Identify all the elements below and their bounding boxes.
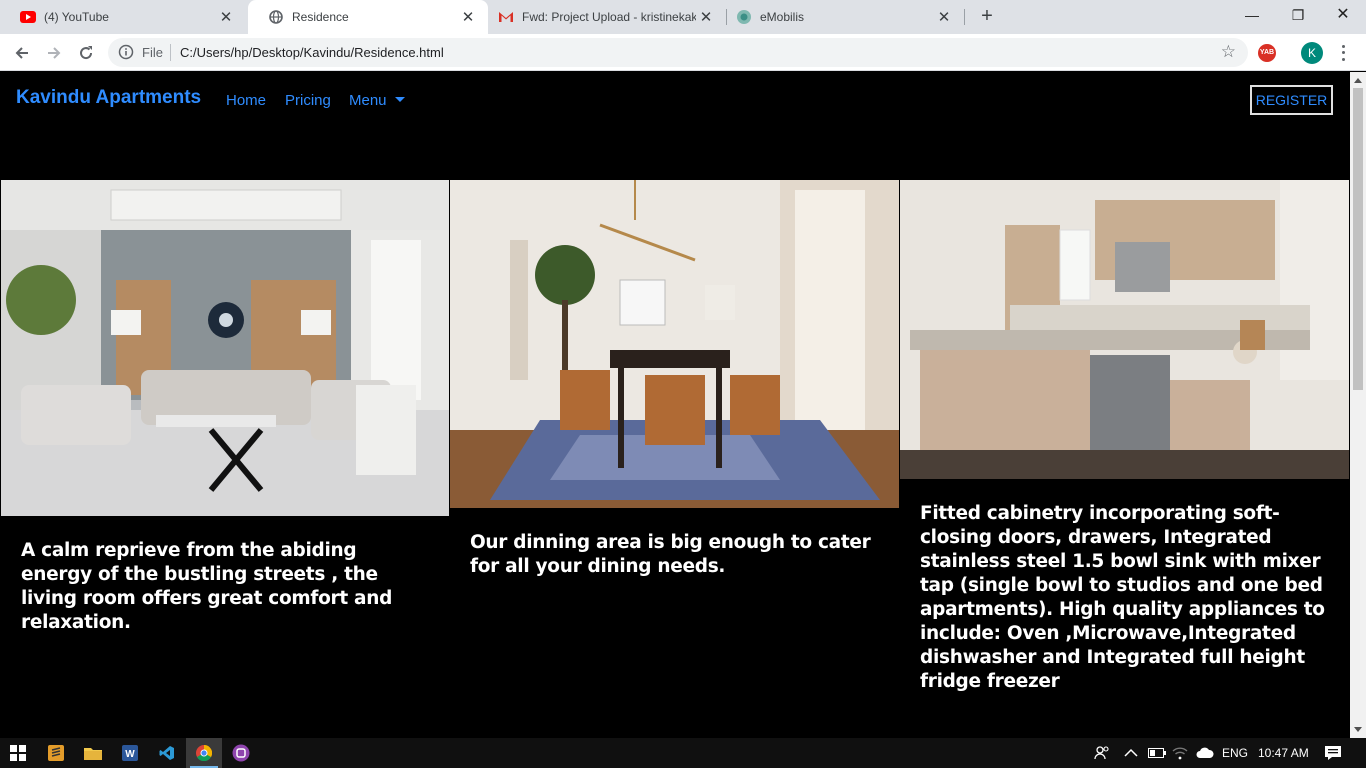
minimize-button[interactable]: — — [1229, 0, 1275, 32]
sublime-text-icon[interactable] — [38, 738, 74, 768]
arrow-right-icon — [48, 47, 61, 59]
word-icon[interactable]: W — [112, 738, 148, 768]
back-button[interactable] — [10, 41, 34, 65]
tab-title: eMobilis — [760, 10, 805, 24]
tab-gmail[interactable]: Fwd: Project Upload - kristinekak ✕ — [478, 0, 726, 34]
close-tab-icon[interactable]: ✕ — [696, 8, 716, 26]
address-divider — [170, 44, 171, 61]
living-room-photo — [1, 180, 449, 516]
vscode-icon[interactable] — [149, 738, 185, 768]
scroll-down-icon[interactable] — [1354, 727, 1362, 732]
wifi-icon[interactable] — [1172, 738, 1188, 768]
tab-residence[interactable]: Residence ✕ — [248, 0, 488, 34]
tab-title: Residence — [292, 10, 349, 24]
gmail-icon — [498, 9, 514, 25]
tab-youtube[interactable]: (4) YouTube ✕ — [0, 0, 246, 34]
emobilis-icon — [736, 9, 752, 25]
cloud-icon[interactable] — [1196, 738, 1214, 768]
new-tab-button[interactable]: + — [975, 5, 999, 29]
scrollbar-thumb[interactable] — [1353, 88, 1363, 390]
arrow-left-icon — [15, 47, 28, 59]
people-icon[interactable] — [1094, 738, 1110, 768]
tab-emobilis[interactable]: eMobilis ✕ — [716, 0, 964, 34]
nav-menu-dropdown[interactable]: Menu — [349, 92, 405, 109]
action-center-icon[interactable] — [1324, 738, 1342, 768]
forward-button[interactable] — [42, 41, 66, 65]
living-room-caption: A calm reprieve from the abiding energy … — [21, 540, 393, 633]
page-scrollbar[interactable] — [1350, 72, 1366, 738]
profile-avatar[interactable]: K — [1301, 42, 1323, 64]
app-icon[interactable] — [223, 738, 259, 768]
reload-icon — [80, 46, 93, 60]
reload-button[interactable] — [74, 41, 98, 65]
globe-icon — [268, 9, 284, 25]
bookmark-star-icon[interactable]: ☆ — [1221, 42, 1236, 62]
info-icon[interactable] — [118, 44, 134, 65]
register-button[interactable]: REGISTER — [1250, 85, 1333, 115]
kitchen-photo — [900, 180, 1349, 479]
tab-title: (4) YouTube — [44, 10, 109, 24]
battery-icon[interactable] — [1148, 738, 1166, 768]
close-window-button[interactable]: ✕ — [1320, 0, 1366, 32]
tab-title: Fwd: Project Upload - kristinekak — [522, 10, 696, 24]
restore-button[interactable]: ❐ — [1275, 0, 1321, 32]
close-tab-icon[interactable]: ✕ — [458, 8, 478, 26]
web-page: Kavindu Apartments Home Pricing Menu REG… — [0, 72, 1350, 738]
kitchen-caption: Fitted cabinetry incorporating soft-clos… — [920, 503, 1325, 692]
dining-room-caption: Our dinning area is big enough to cater … — [470, 532, 871, 577]
windows-taskbar: W ENG 10:47 AM — [0, 738, 1366, 768]
url-scheme-label: File — [142, 45, 163, 60]
svg-text:W: W — [125, 749, 135, 760]
address-bar[interactable]: File C:/Users/hp/Desktop/Kavindu/Residen… — [108, 38, 1248, 67]
close-tab-icon[interactable]: ✕ — [934, 8, 954, 26]
nav-menu-label: Menu — [349, 92, 387, 109]
url-text[interactable]: C:/Users/hp/Desktop/Kavindu/Residence.ht… — [180, 45, 444, 60]
language-indicator[interactable]: ENG — [1222, 738, 1248, 768]
scroll-up-icon[interactable] — [1354, 78, 1362, 83]
browser-toolbar: File C:/Users/hp/Desktop/Kavindu/Residen… — [0, 34, 1366, 71]
browser-tab-strip: (4) YouTube ✕ Residence ✕ Fwd: Project U… — [0, 0, 1366, 34]
windows-start-icon[interactable] — [0, 738, 36, 768]
chrome-taskbar-icon[interactable] — [186, 738, 222, 768]
youtube-icon — [20, 9, 36, 25]
nav-home[interactable]: Home — [226, 92, 266, 109]
close-tab-icon[interactable]: ✕ — [216, 8, 236, 26]
nav-pricing[interactable]: Pricing — [285, 92, 331, 109]
file-explorer-icon[interactable] — [75, 738, 111, 768]
chevron-up-icon[interactable] — [1124, 738, 1138, 768]
site-brand[interactable]: Kavindu Apartments — [16, 87, 201, 109]
dining-room-photo — [450, 180, 899, 508]
tab-separator — [964, 9, 965, 25]
browser-menu-icon[interactable] — [1338, 43, 1348, 63]
yab-extension-icon[interactable]: YAB — [1258, 44, 1276, 62]
clock[interactable]: 10:47 AM — [1258, 738, 1309, 768]
caret-down-icon — [394, 96, 405, 102]
